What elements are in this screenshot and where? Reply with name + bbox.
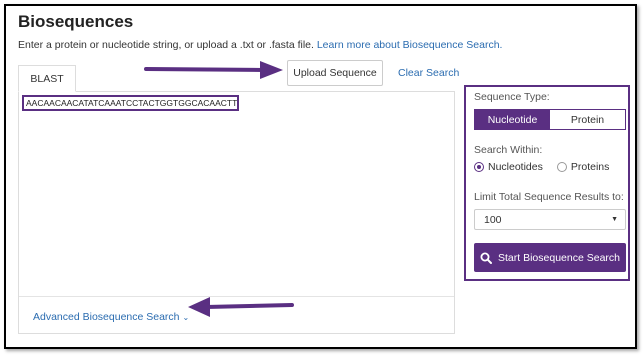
search-within-label: Search Within: bbox=[474, 144, 543, 156]
sequence-type-protein[interactable]: Protein bbox=[550, 110, 625, 129]
sequence-input[interactable]: AACAACAACATATCAAATCCTACTGGTGGCACAACTTGA bbox=[22, 95, 239, 111]
arrow-left-icon bbox=[188, 297, 294, 317]
start-biosequence-search-button[interactable]: Start Biosequence Search bbox=[474, 243, 626, 272]
radio-proteins[interactable] bbox=[556, 162, 567, 172]
search-icon bbox=[480, 252, 492, 264]
radio-proteins-label: Proteins bbox=[570, 161, 610, 173]
limit-results-select[interactable]: 100 ▼ bbox=[474, 209, 626, 230]
page-subtitle: Enter a protein or nucleotide string, or… bbox=[18, 39, 502, 51]
search-options-sidebar: Sequence Type: Nucleotide Protein Search… bbox=[464, 85, 630, 281]
sequence-type-nucleotide[interactable]: Nucleotide bbox=[475, 110, 550, 129]
radio-nucleotides-label: Nucleotides bbox=[488, 161, 543, 173]
tab-blast[interactable]: BLAST bbox=[18, 65, 76, 92]
limit-results-value: 100 bbox=[484, 213, 502, 226]
upload-sequence-button[interactable]: Upload Sequence bbox=[287, 60, 383, 86]
start-search-label: Start Biosequence Search bbox=[498, 251, 620, 264]
screenshot-frame: Biosequences Enter a protein or nucleoti… bbox=[4, 4, 637, 349]
radio-nucleotides[interactable] bbox=[474, 162, 484, 172]
advanced-search-label: Advanced Biosequence Search bbox=[33, 311, 180, 323]
sequence-type-label: Sequence Type: bbox=[474, 91, 550, 103]
sequence-type-toggle: Nucleotide Protein bbox=[474, 109, 626, 130]
arrow-right-icon bbox=[144, 61, 283, 79]
subtitle-text: Enter a protein or nucleotide string, or… bbox=[18, 39, 314, 51]
page-title: Biosequences bbox=[18, 12, 134, 31]
caret-down-icon: ▼ bbox=[611, 216, 618, 223]
clear-search-link[interactable]: Clear Search bbox=[398, 67, 459, 79]
search-within-options: Nucleotides Proteins bbox=[474, 161, 609, 173]
limit-results-label: Limit Total Sequence Results to: bbox=[474, 191, 624, 203]
learn-more-link[interactable]: Learn more about Biosequence Search. bbox=[317, 39, 503, 51]
advanced-search-toggle[interactable]: Advanced Biosequence Search ⌄ bbox=[33, 311, 189, 323]
